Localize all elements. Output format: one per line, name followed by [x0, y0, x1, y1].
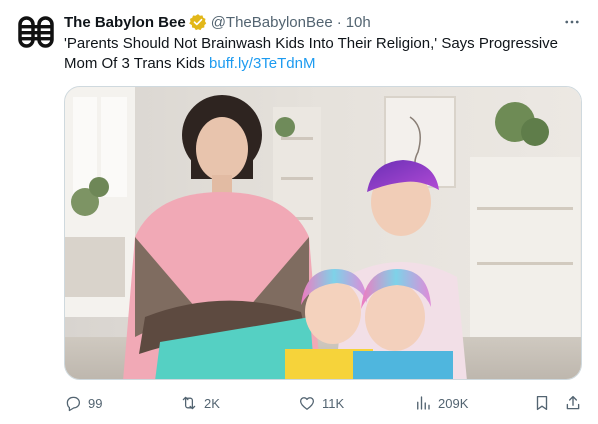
babylon-bee-logo-icon — [17, 13, 55, 51]
display-name[interactable]: The Babylon Bee — [64, 14, 186, 31]
tweet-text: 'Parents Should Not Brainwash Kids Into … — [64, 34, 574, 74]
share-icon — [566, 395, 580, 410]
reply-icon — [66, 396, 81, 412]
retweet-icon — [182, 396, 196, 410]
like-count: 11K — [322, 395, 345, 411]
like-button[interactable]: 11K — [298, 392, 344, 414]
views-count: 209K — [438, 395, 469, 411]
reply-count: 99 — [88, 395, 103, 411]
bookmark-icon — [536, 395, 548, 411]
share-button[interactable] — [564, 392, 582, 414]
heart-icon — [299, 397, 315, 410]
bookmark-button[interactable] — [533, 392, 551, 414]
tweet-card[interactable]: The Babylon Bee @TheBabylonBee · 10h 'Pa… — [0, 0, 598, 424]
tweet-header: The Babylon Bee @TheBabylonBee · 10h — [64, 12, 371, 32]
retweet-button[interactable]: 2K — [180, 392, 220, 414]
separator-dot: · — [336, 13, 342, 31]
avatar[interactable] — [16, 12, 56, 52]
more-options-icon[interactable] — [560, 10, 584, 34]
tweet-image[interactable] — [64, 86, 582, 380]
photo-illustration — [65, 87, 581, 379]
views-icon — [417, 396, 430, 410]
timestamp[interactable]: 10h — [346, 14, 371, 31]
tweet-link[interactable]: buff.ly/3TeTdnM — [209, 55, 315, 72]
handle[interactable]: @TheBabylonBee — [211, 14, 333, 31]
verified-badge-icon[interactable] — [188, 13, 207, 31]
reply-button[interactable]: 99 — [64, 392, 102, 414]
action-bar: 99 2K 11K 209K — [64, 392, 586, 414]
views-button[interactable]: 209K — [414, 392, 468, 414]
retweet-count: 2K — [204, 395, 220, 411]
